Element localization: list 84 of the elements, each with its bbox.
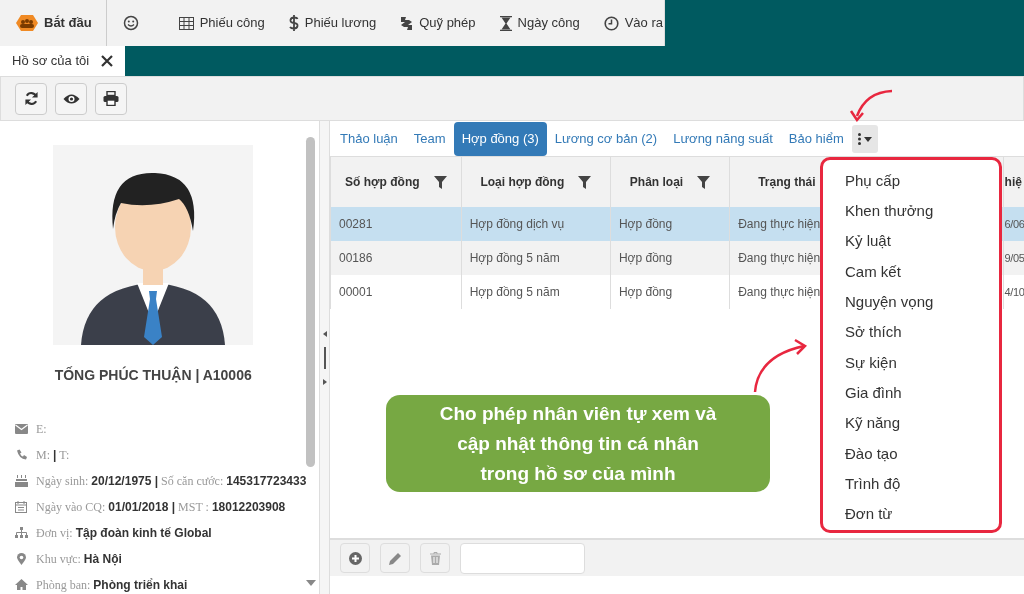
splitter-handle[interactable]: [323, 346, 326, 369]
column-header: Phân loại: [629, 174, 684, 191]
scrollbar-thumb[interactable]: [306, 137, 316, 467]
table-cell: 00186: [339, 251, 373, 265]
document-tab[interactable]: Hồ sơ của tôi: [0, 46, 126, 76]
table-cell: Hợp đồng 5 năm: [469, 251, 560, 265]
table-cell: Đang thực hiện: [738, 251, 821, 265]
map-pin-icon: [16, 552, 26, 565]
callout-text: Cho phép nhân viên tự xem và cập nhật thông tin cá nhân trong hồ sơ của mình: [386, 395, 770, 492]
detail-tab[interactable]: Lương năng suất: [665, 122, 781, 156]
menu-item[interactable]: Phụ cấp: [845, 166, 999, 197]
menu-item[interactable]: Quỹ phép: [388, 0, 488, 46]
hourglass-icon: [499, 15, 512, 31]
profile-field: Khu vực: Hà Nội: [36, 549, 122, 568]
add-button[interactable]: [340, 543, 370, 573]
edit-button[interactable]: [380, 543, 410, 573]
smiley-icon: [122, 15, 139, 31]
logo-icon: [16, 14, 38, 32]
dollar-icon: [288, 15, 299, 31]
table-cell: 00001: [339, 285, 373, 299]
detail-tab[interactable]: Lương cơ bản (2): [546, 122, 666, 156]
menu-item[interactable]: Gia đình: [845, 378, 999, 409]
calendar-icon: [15, 500, 27, 513]
menu-item[interactable]: Sở thích: [845, 317, 999, 348]
detail-tab[interactable]: Team: [405, 122, 454, 156]
profile-field: E:: [36, 419, 47, 438]
table-icon: [178, 16, 194, 30]
profile-field: Phòng ban: Phòng triển khai: [36, 575, 188, 594]
column-header: Loại hợp đồng: [480, 174, 565, 191]
menu-item[interactable]: Phiếu công: [166, 0, 277, 46]
home-icon: [14, 579, 28, 590]
printer-icon: [103, 91, 119, 106]
table-cell: Đang thực hiện: [738, 217, 821, 231]
pencil-icon: [388, 551, 402, 565]
envelope-icon: [14, 423, 28, 434]
puzzle-icon: [400, 15, 414, 31]
sitemap-icon: [14, 527, 28, 538]
table-cell: Đang thực hiện: [738, 285, 821, 299]
scroll-down-icon: [306, 580, 317, 587]
search-field[interactable]: [460, 542, 585, 574]
table-cell: Hợp đồng dịch vụ: [469, 217, 565, 231]
table-cell: 00281: [339, 217, 373, 231]
plus-circle-icon: [348, 551, 362, 565]
table-cell: 6/06: [1004, 217, 1024, 230]
cake-icon: [14, 474, 28, 487]
kebab-icon: [857, 133, 861, 145]
clock-icon: [603, 15, 619, 31]
close-icon: [101, 55, 114, 67]
profile-field: M: | T:: [36, 445, 70, 464]
expand-right-icon: [322, 378, 327, 385]
menu-item[interactable]: Phiếu lương: [276, 0, 389, 46]
table-cell: 4/10: [1004, 285, 1024, 298]
profile-field: Ngày vào CQ: 01/01/2018 | MST : 18012203908: [36, 497, 286, 516]
menu-item[interactable]: Sự kiện: [845, 347, 999, 379]
more-tabs-button[interactable]: [851, 125, 878, 153]
column-header: Trạng thái: [758, 174, 816, 191]
table-cell: Hợp đồng: [618, 285, 673, 299]
table-cell: Hợp đồng: [618, 217, 673, 231]
menu-item[interactable]: Ngày công: [487, 0, 592, 46]
menu-item[interactable]: Vào ra: [591, 0, 675, 46]
phone-icon: [15, 449, 27, 460]
refresh-button[interactable]: [15, 82, 47, 115]
profile-field: Đơn vị: Tập đoàn kinh tế Global: [36, 523, 212, 542]
detail-tab[interactable]: Bảo hiểm: [780, 122, 852, 156]
detail-tab[interactable]: Hợp đồng (3): [453, 122, 547, 156]
menu-item[interactable]: Trình độ: [845, 468, 999, 500]
trash-icon: [429, 551, 441, 565]
refresh-icon: [23, 91, 39, 106]
table-cell: Hợp đồng: [618, 251, 673, 265]
collapse-left-icon: [322, 330, 327, 337]
column-header: Số hợp đồng: [345, 174, 420, 191]
table-cell: Hợp đồng 5 năm: [469, 285, 560, 299]
eye-icon: [62, 92, 80, 105]
table-cell: 9/05: [1004, 251, 1024, 264]
detail-tab[interactable]: Thảo luận: [332, 122, 406, 156]
view-button[interactable]: [55, 82, 87, 115]
menu-item[interactable]: Đào tạo: [845, 438, 999, 469]
column-header: hiệ: [1004, 174, 1022, 191]
employee-name: TỐNG PHÚC THUẬN | A10006: [54, 365, 252, 385]
menu-item[interactable]: Đơn từ: [845, 499, 999, 530]
menu-item[interactable]: Kỹ năng: [845, 408, 999, 439]
caret-icon: [863, 136, 872, 142]
profile-field: Ngày sinh: 20/12/1975 | Số căn cước: 145317723433: [36, 471, 307, 490]
print-button[interactable]: [95, 82, 127, 115]
